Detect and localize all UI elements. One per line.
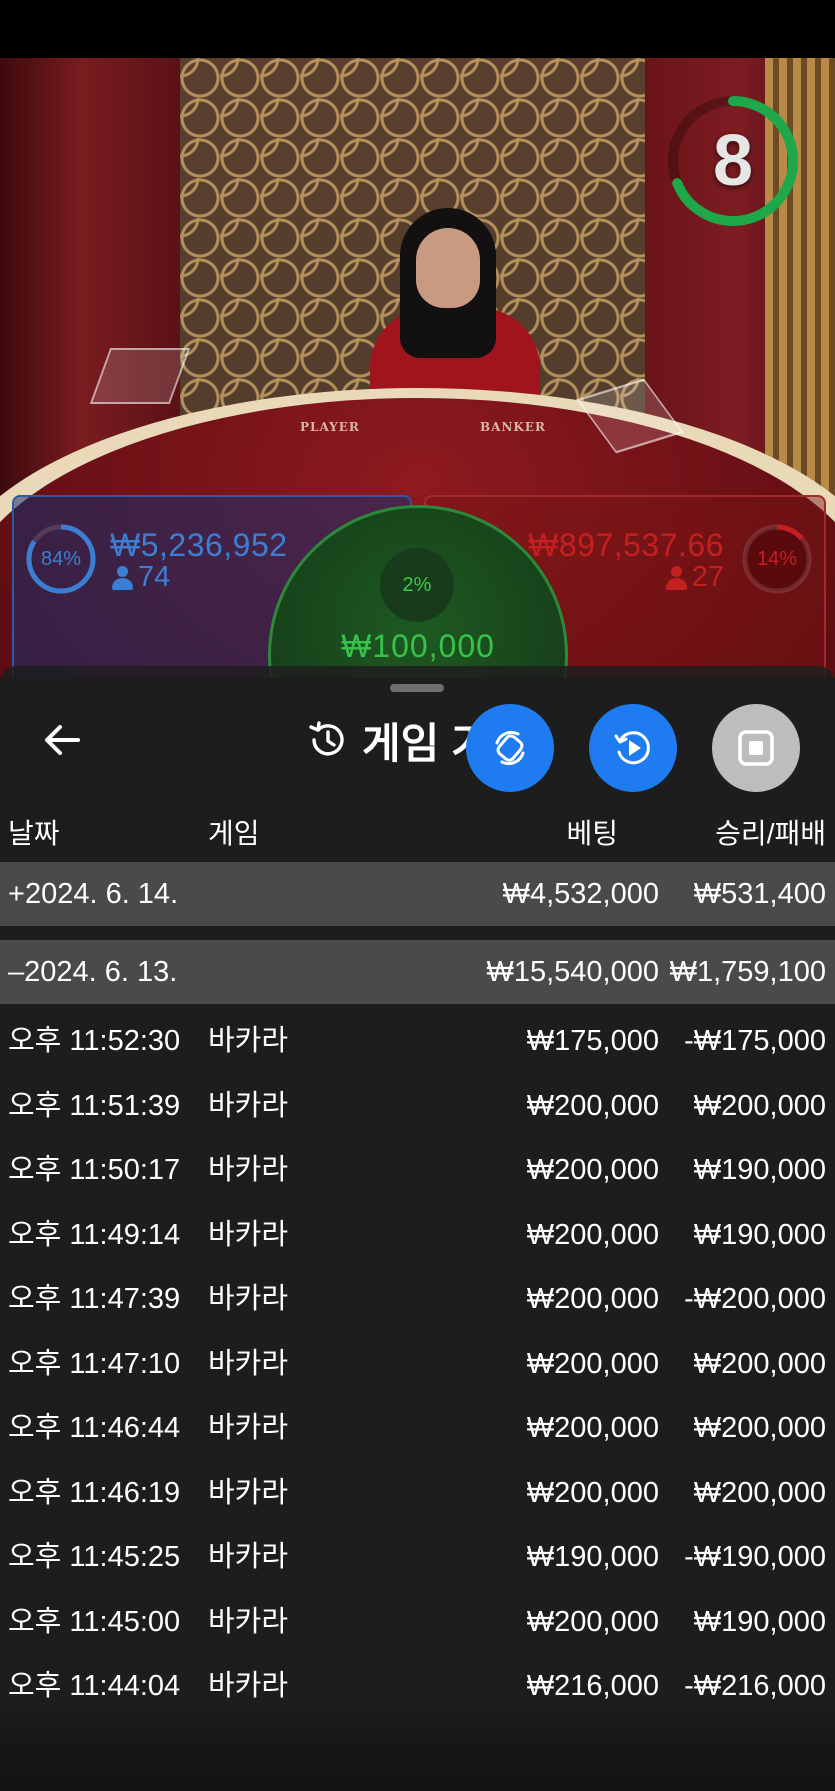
- history-row[interactable]: 오후 11:50:17 바카라 ₩200,000 ₩190,000: [0, 1138, 835, 1202]
- row-time: 오후 11:46:44: [8, 1412, 181, 1444]
- row-game: 바카라: [208, 1219, 289, 1251]
- column-header-game[interactable]: 게임: [208, 812, 260, 852]
- tie-total-amount: ₩100,000: [341, 628, 495, 664]
- date-group-label: –2024. 6. 13.: [8, 940, 177, 1004]
- row-time: 오후 11:46:19: [8, 1477, 181, 1509]
- column-header-result[interactable]: 승리/패배: [715, 812, 826, 852]
- history-row[interactable]: 오후 11:46:19 바카라 ₩200,000 ₩200,000: [0, 1461, 835, 1525]
- player-percent-ring: 84%: [24, 522, 98, 596]
- expand-toggle[interactable]: +: [8, 878, 25, 910]
- row-game: 바카라: [208, 1154, 289, 1186]
- row-bet: ₩200,000: [526, 1412, 659, 1444]
- change-table-button[interactable]: [466, 704, 554, 792]
- tie-percent: 2%: [380, 548, 454, 622]
- column-header-date[interactable]: 날짜: [8, 812, 60, 852]
- banker-percent: 14%: [756, 548, 798, 570]
- player-bettor-number: 74: [138, 561, 171, 593]
- row-result: ₩200,000: [693, 1348, 826, 1380]
- history-icon: [309, 721, 344, 756]
- stop-button[interactable]: [712, 704, 800, 792]
- history-row[interactable]: 오후 11:45:25 바카라 ₩190,000 -₩190,000: [0, 1525, 835, 1589]
- row-game: 바카라: [208, 1606, 289, 1638]
- history-row[interactable]: 오후 11:47:10 바카라 ₩200,000 ₩200,000: [0, 1332, 835, 1396]
- game-history-sheet: 게임 기록 날짜 게임 베팅 승리/패배 +2024. 6. 14. ₩4,53…: [0, 666, 835, 1791]
- history-row[interactable]: 오후 11:45:00 바카라 ₩200,000 ₩190,000: [0, 1590, 835, 1654]
- date-bet-total: ₩15,540,000: [486, 956, 659, 988]
- row-time: 오후 11:49:14: [8, 1219, 181, 1251]
- row-game: 바카라: [208, 1477, 289, 1509]
- row-time: 오후 11:50:17: [8, 1154, 181, 1186]
- row-result: ₩200,000: [693, 1477, 826, 1509]
- history-row[interactable]: 오후 11:47:39 바카라 ₩200,000 -₩200,000: [0, 1267, 835, 1331]
- player-bettor-count: 74: [112, 561, 170, 594]
- person-icon: [665, 565, 687, 590]
- column-header-bet[interactable]: 베팅: [566, 812, 618, 852]
- row-bet: ₩200,000: [526, 1477, 659, 1509]
- banker-percent-ring: 14%: [740, 522, 814, 596]
- table-label-banker: BANKER: [480, 420, 546, 434]
- row-bet: ₩200,000: [526, 1606, 659, 1638]
- row-bet: ₩190,000: [526, 1541, 659, 1573]
- date-result-total: ₩531,400: [693, 878, 826, 910]
- arrow-left-icon: [45, 725, 80, 755]
- date-group-row[interactable]: +2024. 6. 14. ₩4,532,000 ₩531,400: [0, 862, 835, 926]
- row-bet: ₩175,000: [526, 1025, 659, 1057]
- date-result-total: ₩1,759,100: [669, 956, 826, 988]
- table-label-player: PLAYER: [300, 420, 360, 434]
- row-result: -₩190,000: [684, 1541, 826, 1573]
- row-game: 바카라: [208, 1025, 289, 1057]
- bottom-fade: [0, 1700, 835, 1791]
- history-row[interactable]: 오후 11:46:44 바카라 ₩200,000 ₩200,000: [0, 1396, 835, 1460]
- replay-button[interactable]: [589, 704, 677, 792]
- replay-icon: [614, 731, 650, 765]
- timer-value: 8: [712, 121, 754, 201]
- status-bar: [0, 0, 835, 58]
- banker-bettor-number: 27: [691, 561, 724, 593]
- row-result: ₩190,000: [693, 1606, 826, 1638]
- player-percent: 84%: [40, 548, 82, 570]
- player-total-amount: ₩5,236,952: [110, 527, 288, 563]
- row-time: 오후 11:51:39: [8, 1090, 181, 1122]
- collapse-toggle[interactable]: –: [8, 956, 24, 988]
- person-icon: [112, 565, 133, 590]
- banker-total-amount: ₩897,537.66: [528, 527, 724, 563]
- sheet-drag-handle[interactable]: [390, 684, 444, 692]
- banker-bettor-count: 27: [665, 561, 724, 594]
- row-game: 바카라: [208, 1412, 289, 1444]
- row-bet: ₩200,000: [526, 1283, 659, 1315]
- history-row[interactable]: 오후 11:51:39 바카라 ₩200,000 ₩200,000: [0, 1074, 835, 1138]
- row-time: 오후 11:47:39: [8, 1283, 181, 1315]
- row-bet: ₩200,000: [526, 1348, 659, 1380]
- row-game: 바카라: [208, 1090, 289, 1122]
- date-value: 2024. 6. 13.: [24, 956, 178, 988]
- date-group-row[interactable]: –2024. 6. 13. ₩15,540,000 ₩1,759,100: [0, 940, 835, 1004]
- row-time: 오후 11:47:10: [8, 1348, 181, 1380]
- row-game: 바카라: [208, 1348, 289, 1380]
- row-result: -₩175,000: [684, 1025, 826, 1057]
- row-bet: ₩200,000: [526, 1154, 659, 1186]
- row-result: ₩200,000: [693, 1090, 826, 1122]
- row-time: 오후 11:45:00: [8, 1606, 181, 1638]
- row-time: 오후 11:52:30: [8, 1025, 181, 1057]
- stop-icon: [738, 730, 774, 766]
- date-bet-total: ₩4,532,000: [502, 878, 659, 910]
- date-group-label: +2024. 6. 14.: [8, 862, 178, 926]
- row-bet: ₩200,000: [526, 1090, 659, 1122]
- back-button[interactable]: [40, 718, 84, 762]
- history-row[interactable]: 오후 11:49:14 바카라 ₩200,000 ₩190,000: [0, 1203, 835, 1267]
- row-time: 오후 11:45:25: [8, 1541, 181, 1573]
- row-game: 바카라: [208, 1283, 289, 1315]
- row-result: -₩200,000: [684, 1283, 826, 1315]
- row-result: ₩190,000: [693, 1219, 826, 1251]
- date-value: 2024. 6. 14.: [24, 878, 179, 910]
- row-bet: ₩200,000: [526, 1219, 659, 1251]
- row-game: 바카라: [208, 1541, 289, 1573]
- countdown-timer: 8: [663, 91, 803, 231]
- swap-chip-icon: [495, 730, 525, 766]
- row-result: ₩200,000: [693, 1412, 826, 1444]
- history-row[interactable]: 오후 11:52:30 바카라 ₩175,000 -₩175,000: [0, 1009, 835, 1073]
- row-result: ₩190,000: [693, 1154, 826, 1186]
